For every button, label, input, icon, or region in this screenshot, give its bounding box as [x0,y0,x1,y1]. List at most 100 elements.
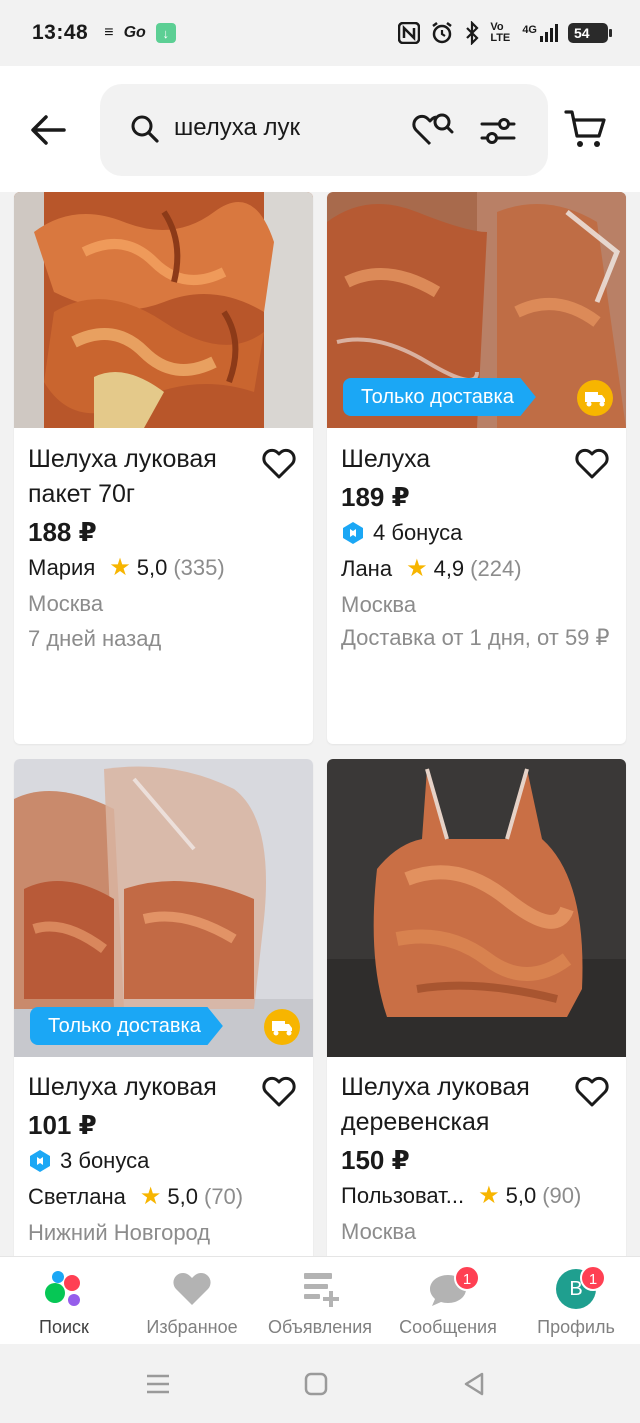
listing-title[interactable]: Шелуха луковая [28,1070,299,1105]
status-time: 13:48 [32,21,89,44]
review-count: (224) [470,556,522,581]
listing-price: 101 ₽ [28,1110,97,1140]
nav-item-listings[interactable]: Объявления [256,1257,384,1344]
listing-card[interactable]: Только доставка Шелуха 189 ₽ 4 бонуса Ла… [327,192,626,744]
listing-info: Шелуха 189 ₽ 4 бонуса Лана ★ 4,9 (224) М… [327,442,626,654]
nav-label: Объявления [267,1317,373,1337]
nav-item-search[interactable]: Поиск [0,1257,128,1344]
volte-icon: Vo LTE [490,21,511,44]
delivery-only-badge: Только доставка [343,378,536,416]
status-bar: 13:48 ≡ Go ↓ Vo LTE 4G 54 [0,0,640,66]
seller-rating: 5,0 [505,1183,537,1208]
status-right-icons: Vo LTE 4G 54 [398,21,612,45]
filter-icon[interactable] [480,114,516,148]
star-icon: ★ [406,555,428,582]
bonus-text: 4 бонуса [373,520,463,545]
messages-badge: 1 [454,1265,480,1291]
bonus-row: 3 бонуса [28,1143,299,1179]
seller-rating: 5,0 [167,1184,198,1209]
search-dots-icon [45,1271,80,1306]
nav-label: Поиск [39,1317,89,1337]
home-icon[interactable] [302,1370,330,1398]
seller-name: Мария [28,555,96,580]
seller-name: Светлана [28,1184,126,1209]
listing-info: Шелуха луковая пакет 70г 188 ₽ Мария ★ 5… [14,442,313,656]
battery-icon: 54 [568,23,612,43]
seller-row: Светлана ★ 5,0 (70) [28,1179,299,1215]
back-arrow-icon[interactable] [28,110,68,150]
listings-add-icon [304,1273,339,1307]
nfc-icon [398,22,421,44]
star-icon: ★ [478,1182,500,1209]
listing-photo[interactable]: Только доставка [327,192,626,428]
notes-icon: ≡ [104,24,114,41]
listing-price: 188 ₽ [28,517,97,547]
star-icon: ★ [139,1183,162,1210]
listing-date: 7 дней назад [28,626,162,651]
listing-card[interactable]: Шелуха луковая деревенская 150 ₽ Пользов… [327,759,626,1256]
search-header [0,66,640,192]
nav-label: Избранное [146,1317,238,1337]
nav-label: Сообщения [399,1317,497,1337]
bottom-navigation: Поиск Избранное Объявления 1 Сообщения В… [0,1256,640,1344]
menu-icon[interactable] [144,1370,172,1398]
truck-icon [264,1009,300,1045]
avatar-wrap: В 1 [554,1265,606,1309]
seller-row: Пользоват... ★ 5,0 (90) [341,1178,612,1214]
system-navigation [0,1344,640,1423]
review-count: (335) [173,555,225,580]
back-icon[interactable] [460,1370,488,1398]
listing-card[interactable]: Только доставка Шелуха луковая 101 ₽ 3 б… [14,759,313,1256]
listing-city: Нижний Новгород [28,1220,211,1245]
seller-row: Лана ★ 4,9 (224) [341,551,612,587]
favorite-heart-icon[interactable] [574,1074,610,1108]
search-input[interactable] [174,114,394,142]
listing-info: Шелуха луковая 101 ₽ 3 бонуса Светлана ★… [14,1070,313,1250]
listing-price: 189 ₽ [341,482,410,512]
bonus-hexagon-icon [30,1150,50,1172]
cart-icon[interactable] [564,106,608,150]
bonus-row: 4 бонуса [341,515,612,551]
heart-search-icon[interactable] [410,110,454,150]
nav-label: Профиль [537,1317,615,1337]
listing-title[interactable]: Шелуха луковая пакет 70г [28,442,299,512]
screen: 13:48 ≡ Go ↓ Vo LTE 4G 54 шелуха лук Шел… [0,0,640,1423]
download-icon: ↓ [155,23,176,43]
listing-photo[interactable] [327,759,626,1057]
profile-badge: 1 [580,1265,606,1291]
search-bar[interactable] [100,84,548,176]
seller-name: Пользоват... [341,1183,465,1208]
listing-city: Москва [341,592,417,617]
delivery-only-badge: Только доставка [30,1007,223,1045]
heart-icon [173,1272,211,1305]
listing-title[interactable]: Шелуха [341,442,612,477]
listing-price: 150 ₽ [341,1145,410,1175]
review-count: (70) [204,1184,244,1209]
seller-rating: 4,9 [433,556,465,581]
bonus-text: 3 бонуса [60,1148,150,1173]
bonus-hexagon-icon [343,522,363,544]
chat-icon-wrap: 1 [426,1265,480,1309]
truck-icon [577,380,613,416]
onion-peel-bag-photo [327,759,626,1057]
seller-name: Лана [341,556,393,581]
alarm-icon [432,22,453,44]
favorite-heart-icon[interactable] [261,446,297,480]
listing-card[interactable]: Шелуха луковая пакет 70г 188 ₽ Мария ★ 5… [14,192,313,744]
nav-item-favorites[interactable]: Избранное [128,1257,256,1344]
search-icon [131,115,159,143]
listing-city: Москва [28,591,104,616]
star-icon: ★ [109,554,131,581]
listing-photo[interactable]: Только доставка [14,759,313,1057]
status-left-icons: ≡ Go ↓ [104,23,176,43]
listing-photo[interactable] [14,192,313,428]
listing-city: Москва [341,1219,417,1244]
review-count: (90) [542,1183,582,1208]
favorite-heart-icon[interactable] [261,1074,297,1108]
signal-4g-icon: 4G [522,24,558,42]
favorite-heart-icon[interactable] [574,446,610,480]
nav-item-profile[interactable]: В 1 Профиль [512,1257,640,1344]
onion-peel-photo [14,192,313,428]
nav-item-messages[interactable]: 1 Сообщения [384,1257,512,1344]
listing-title[interactable]: Шелуха луковая деревенская [341,1070,612,1140]
